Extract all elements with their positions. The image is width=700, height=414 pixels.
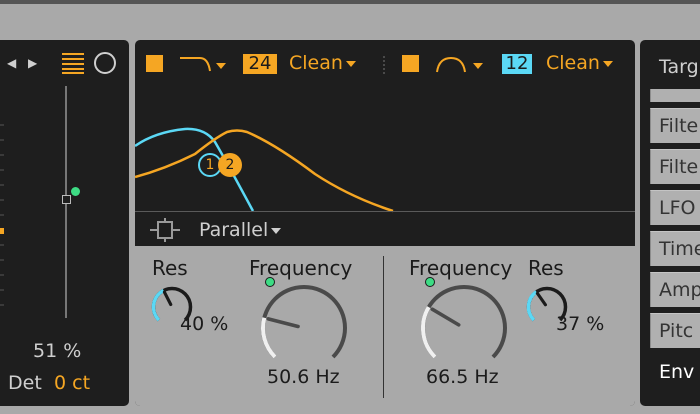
knob-track bbox=[421, 285, 507, 359]
knob-value-arc bbox=[526, 290, 538, 322]
filter2-mode-label: Clean bbox=[546, 52, 600, 74]
target-header: Targ bbox=[659, 56, 699, 78]
target-item-time[interactable]: Time bbox=[650, 231, 700, 266]
freq2-label: Frequency bbox=[409, 256, 513, 280]
list-icon-svg bbox=[62, 53, 84, 74]
target-item-pitch[interactable]: Pitc bbox=[650, 313, 700, 348]
chevron-down-icon bbox=[602, 60, 613, 67]
marker2-label: 2 bbox=[225, 157, 235, 173]
target-item-filter1[interactable]: Filte bbox=[650, 108, 700, 143]
filter1-type-selector[interactable] bbox=[178, 55, 228, 75]
filter2-mode-dropdown[interactable]: Clean bbox=[546, 52, 613, 74]
target-item-env-selected[interactable]: Env bbox=[650, 354, 700, 389]
target-item-amp[interactable]: Amp bbox=[650, 272, 700, 307]
filter2-type-selector[interactable] bbox=[435, 55, 487, 75]
routing-mode-dropdown[interactable]: Parallel bbox=[199, 219, 282, 241]
freq1-value: 50.6 Hz bbox=[267, 366, 340, 388]
routing-icon[interactable] bbox=[150, 218, 180, 242]
chevron-down-icon bbox=[345, 60, 356, 67]
target-item-filter2[interactable]: Filte bbox=[650, 149, 700, 184]
knob-needle bbox=[162, 290, 173, 307]
marker1-label: 1 bbox=[205, 157, 215, 173]
separator-icon bbox=[383, 56, 385, 74]
knob-value-arc bbox=[151, 288, 165, 322]
knob-value-arc bbox=[261, 317, 277, 359]
det-value[interactable]: 0 ct bbox=[54, 372, 90, 394]
freq1-knob[interactable] bbox=[259, 283, 349, 373]
circle-toggle-icon[interactable] bbox=[94, 52, 116, 74]
list-icon[interactable] bbox=[62, 52, 84, 74]
scale-ticks bbox=[0, 120, 4, 320]
filter2-toggle-button[interactable] bbox=[402, 55, 419, 72]
lowpass-shape-icon bbox=[180, 57, 226, 72]
filter2-marker-handle[interactable]: 2 bbox=[218, 153, 242, 177]
filter-response-graph[interactable] bbox=[134, 84, 635, 214]
freq1-label: Frequency bbox=[249, 256, 353, 280]
bandpass-shape-icon bbox=[436, 56, 483, 73]
filter1-toggle-button[interactable] bbox=[146, 55, 163, 72]
knob-value-arc bbox=[421, 306, 437, 359]
filter1-slope-badge[interactable]: 24 bbox=[243, 54, 277, 74]
partial-list-item[interactable] bbox=[650, 89, 700, 102]
knob-needle bbox=[430, 307, 461, 327]
chevron-down-icon bbox=[271, 227, 282, 234]
res2-value: 37 % bbox=[556, 313, 605, 335]
res2-label: Res bbox=[528, 256, 564, 280]
res1-label: Res bbox=[152, 256, 188, 280]
window-top-edge bbox=[0, 0, 700, 4]
routing-mode-label: Parallel bbox=[199, 219, 269, 241]
filter2-slope-badge[interactable]: 12 bbox=[502, 54, 532, 74]
target-item-lfo[interactable]: LFO bbox=[650, 190, 700, 225]
filter1-response-curve bbox=[134, 129, 394, 213]
freq2-knob-svg bbox=[421, 285, 507, 359]
res1-value: 40 % bbox=[180, 313, 229, 335]
det-label: Det bbox=[8, 372, 42, 394]
knob-needle bbox=[266, 317, 300, 329]
freq2-value: 66.5 Hz bbox=[426, 366, 499, 388]
graph-divider bbox=[135, 211, 635, 212]
filter1-mode-label: Clean bbox=[289, 52, 343, 74]
knob-needle bbox=[535, 291, 547, 307]
controls-divider bbox=[383, 256, 384, 398]
freq1-knob-svg bbox=[261, 285, 347, 359]
routing-icon-svg bbox=[150, 218, 180, 242]
freq2-knob[interactable] bbox=[419, 283, 509, 373]
modulation-indicator-dot bbox=[71, 187, 80, 196]
left-percent-value: 51 % bbox=[33, 340, 82, 362]
filter1-mode-dropdown[interactable]: Clean bbox=[289, 52, 356, 74]
next-arrow-icon[interactable]: ▶ bbox=[28, 56, 37, 70]
vertical-slider-handle[interactable] bbox=[62, 195, 71, 204]
prev-arrow-icon[interactable]: ◀ bbox=[7, 56, 16, 70]
